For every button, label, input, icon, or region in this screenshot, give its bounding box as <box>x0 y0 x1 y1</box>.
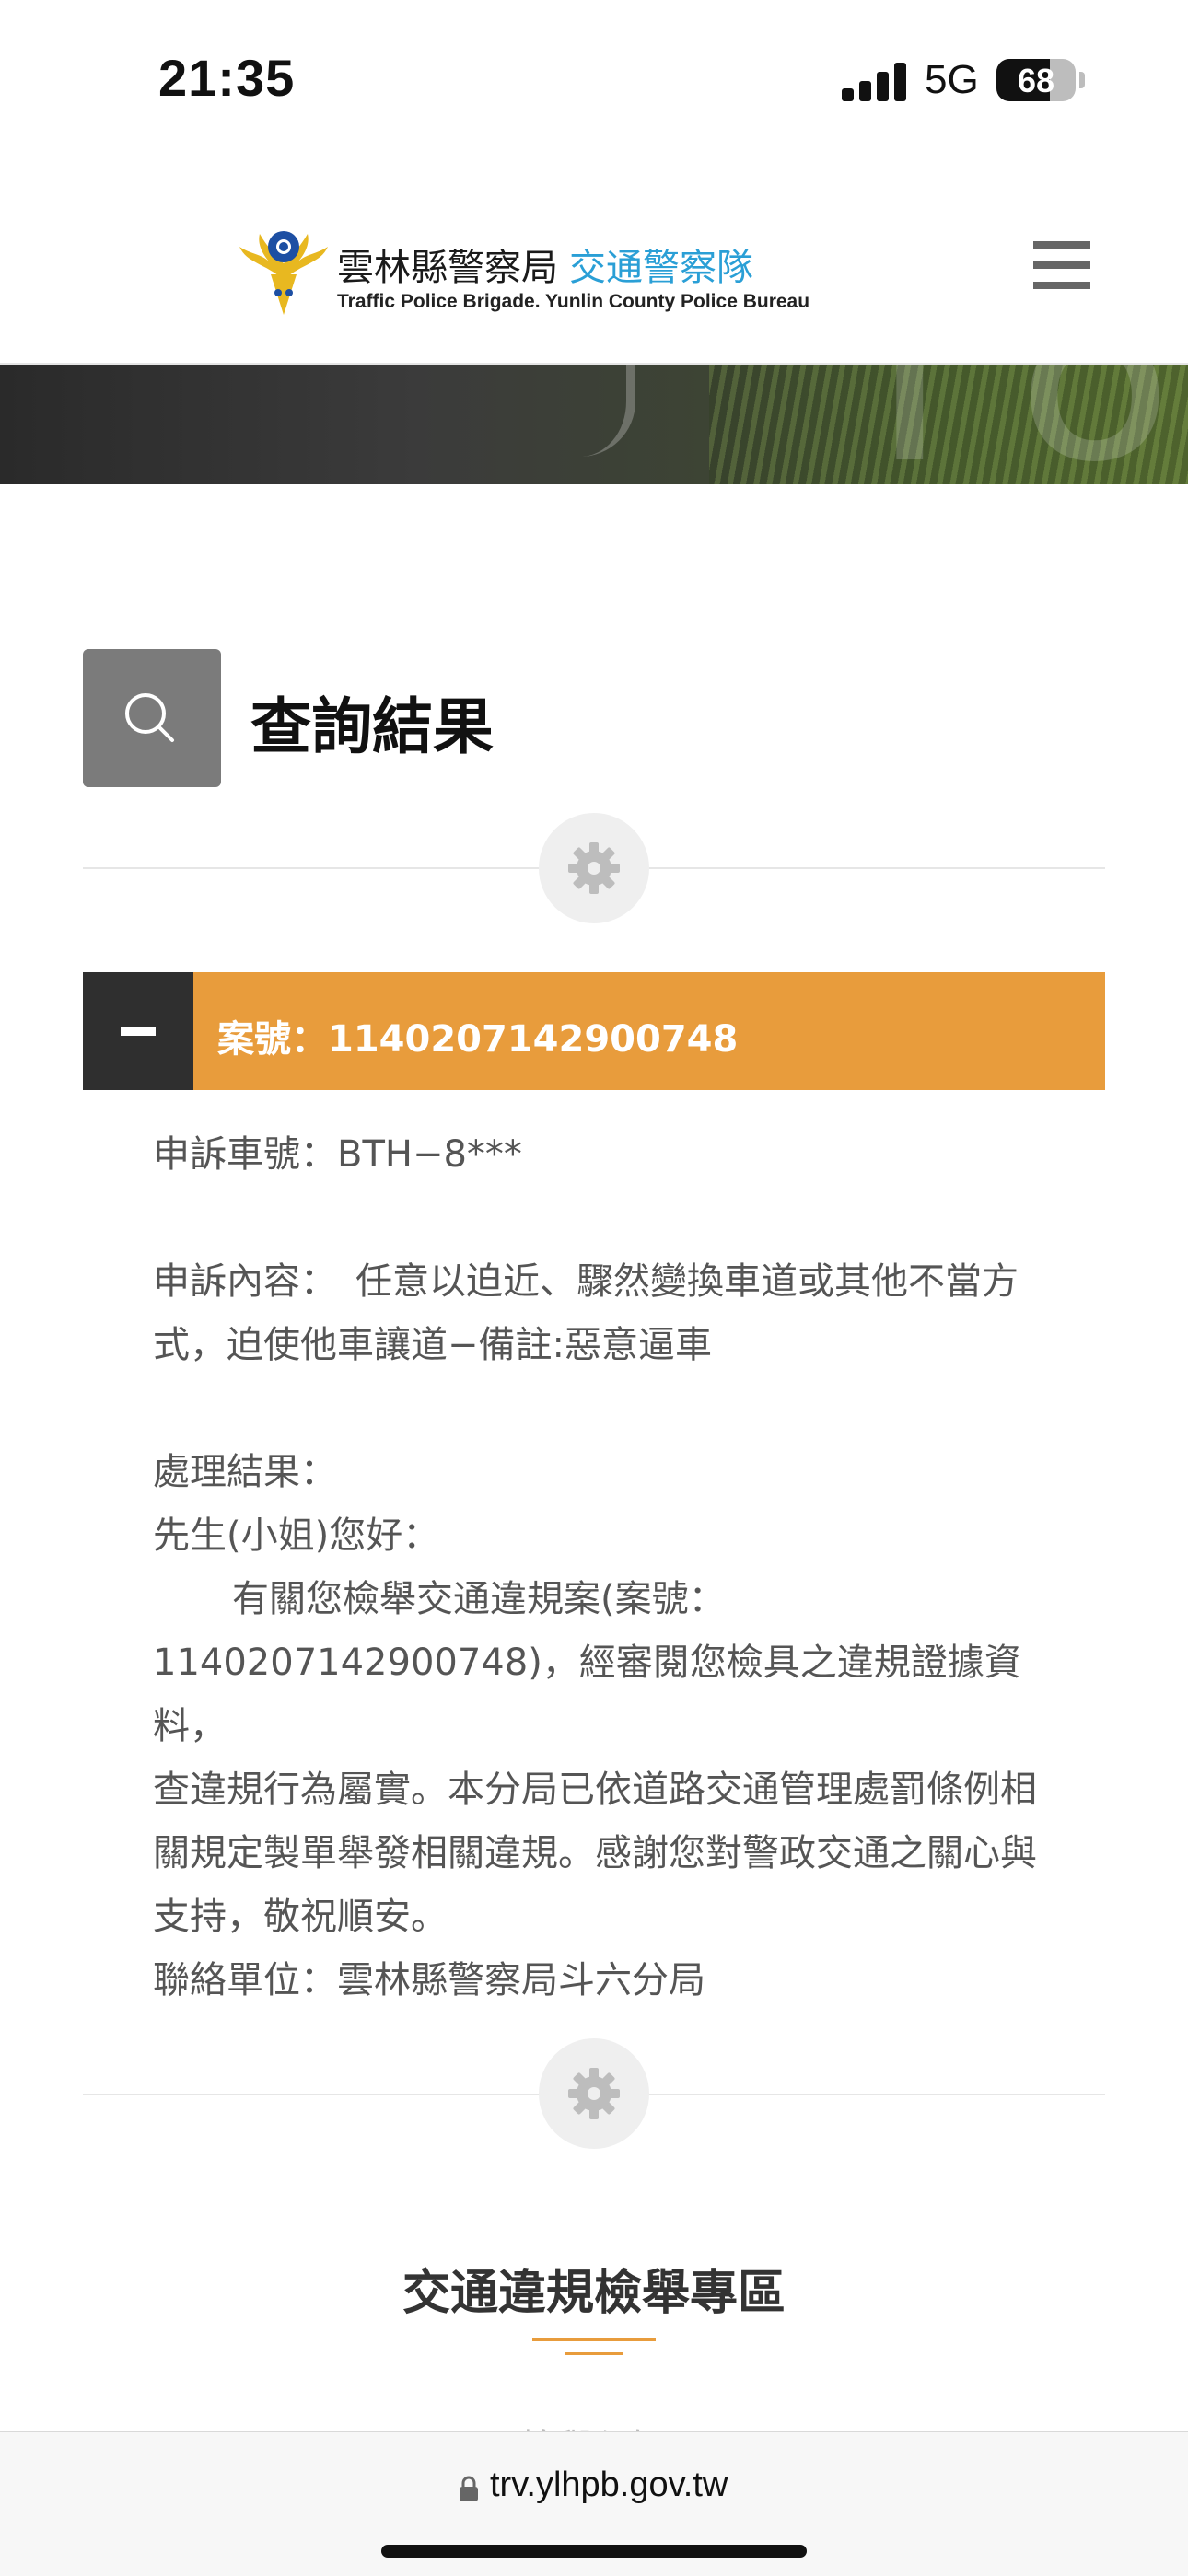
lock-icon <box>459 2475 479 2502</box>
result-heading: 處理結果： <box>153 1451 337 1493</box>
battery-percent: 68 <box>1017 62 1055 99</box>
result-line: 關規定製單舉發相關違規。感謝您對警政交通之關心與 <box>153 1832 1037 1874</box>
complaint-plate: 申訴車號：BTH−8*** <box>153 1133 522 1176</box>
browser-address-bar[interactable]: trv.ylhpb.gov.tw <box>0 2431 1188 2576</box>
gear-icon <box>539 2038 649 2149</box>
gear-icon <box>539 813 649 923</box>
header-banner-image: I O I <box>0 365 1188 484</box>
result-line: 有關您檢舉交通違規案(案號： <box>232 1578 726 1620</box>
result-greeting: 先生(小姐)您好： <box>153 1514 440 1557</box>
minus-icon <box>121 1027 156 1036</box>
status-time: 21:35 <box>158 49 296 107</box>
cellular-signal-icon <box>842 61 906 101</box>
result-line: 查違規行為屬實。本分局已依道路交通管理處罰條例相 <box>153 1769 1037 1811</box>
police-emblem-icon[interactable] <box>238 226 330 319</box>
battery-icon: 68 <box>996 59 1076 101</box>
network-type: 5G <box>925 57 979 102</box>
site-title-main: 雲林縣警察局 <box>337 247 558 289</box>
url-text[interactable]: trv.ylhpb.gov.tw <box>490 2466 728 2505</box>
battery-tip <box>1079 72 1085 88</box>
case-details: 申訴車號：BTH−8*** 申訴內容： 任意以迫近、驟然變換車道或其他不當方 式… <box>153 1123 1092 2013</box>
home-indicator[interactable] <box>381 2545 807 2558</box>
result-line: 1140207142900748)，經審閱您檢具之違規證據資料， <box>153 1642 1021 1747</box>
complaint-content-line: 申訴內容： 任意以迫近、驟然變換車道或其他不當方 <box>153 1260 1019 1303</box>
page-title: 查詢結果 <box>250 691 494 762</box>
search-icon <box>83 649 221 787</box>
site-title-accent: 交通警察隊 <box>569 247 753 289</box>
site-title-en[interactable]: Traffic Police Brigade. Yunlin County Po… <box>337 291 809 313</box>
collapse-toggle-button[interactable] <box>83 972 193 1090</box>
case-number-bar[interactable]: 案號：1140207142900748 <box>193 972 1105 1090</box>
contact-unit: 聯絡單位：雲林縣警察局斗六分局 <box>153 1959 705 2002</box>
complaint-content-line: 式，迫使他車讓道−備註:惡意逼車 <box>153 1324 712 1366</box>
site-title-zh[interactable]: 雲林縣警察局 交通警察隊 <box>337 238 753 291</box>
case-number: 案號：1140207142900748 <box>217 1018 739 1061</box>
case-accordion-header[interactable]: 案號：1140207142900748 <box>83 972 1105 1090</box>
section-underline <box>532 2338 656 2341</box>
section-underline-short <box>565 2352 623 2355</box>
result-line: 支持，敬祝順安。 <box>153 1896 448 1938</box>
site-header: 雲林縣警察局 交通警察隊 Traffic Police Brigade. Yunl… <box>0 157 1188 365</box>
hamburger-menu-icon[interactable] <box>1033 241 1090 289</box>
section-title: 交通違規檢舉專區 <box>402 2266 786 2321</box>
status-bar: 21:35 5G 68 <box>0 0 1188 157</box>
